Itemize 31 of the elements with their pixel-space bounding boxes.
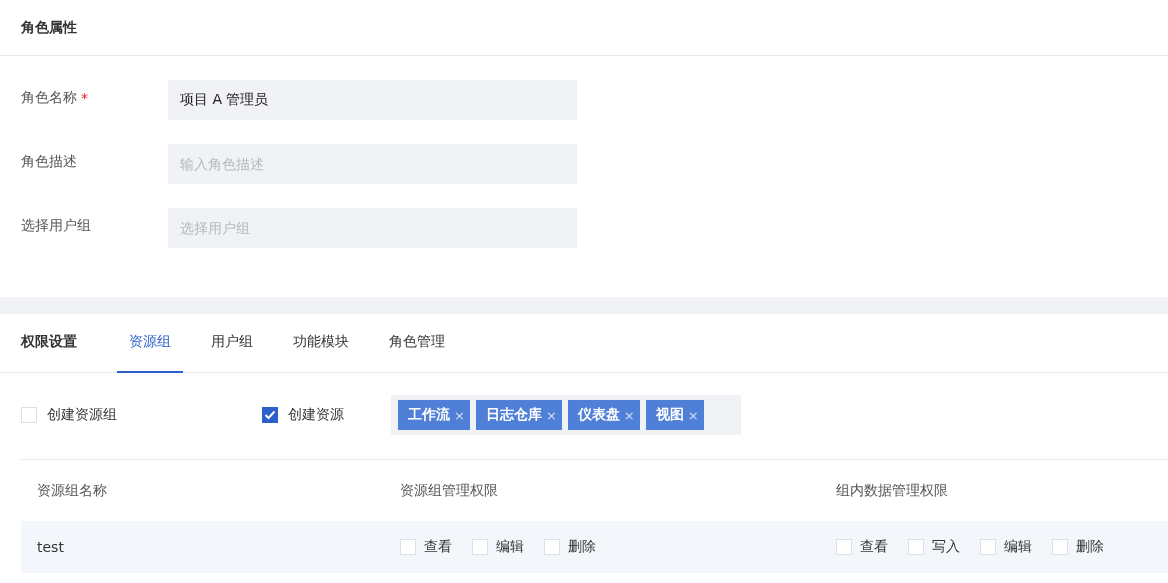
section-title: 权限设置 — [21, 332, 77, 351]
checkbox-label: 删除 — [1076, 538, 1104, 556]
column-header: 组内数据管理权限 — [836, 481, 948, 500]
checkbox-label: 创建资源组 — [47, 406, 117, 424]
field-label: 选择用户组 — [21, 217, 91, 235]
field-label: 角色描述 — [21, 153, 77, 171]
checkbox-label: 编辑 — [1004, 538, 1032, 556]
checkbox-label: 查看 — [860, 538, 888, 556]
section-title: 角色属性 — [21, 18, 77, 37]
checkbox-label: 编辑 — [496, 538, 524, 556]
table-cell-text: test — [36, 539, 65, 555]
tag: 仪表盘 × — [567, 400, 640, 430]
column-header: 资源组管理权限 — [400, 481, 499, 500]
tab[interactable]: 资源组 — [117, 314, 183, 373]
checkbox-label: 查看 — [424, 538, 452, 556]
checkbox-label: 创建资源 — [288, 406, 344, 424]
tag: 日志仓库 × — [475, 400, 562, 430]
input-field[interactable]: 输入角色描述 — [168, 144, 577, 184]
checkbox-label: 写入 — [932, 538, 960, 556]
tab[interactable]: 用户组 — [199, 314, 265, 373]
tab[interactable]: 功能模块 — [281, 314, 361, 373]
tag: 视图 × — [645, 400, 704, 430]
input-field[interactable]: 选择用户组 — [168, 208, 577, 248]
field-label: 角色名称 — [21, 89, 77, 107]
column-header: 资源组名称 — [36, 481, 108, 500]
input-field[interactable]: 项目 A 管理员 — [168, 80, 577, 120]
required-mark: * — [81, 90, 88, 106]
tag: 工作流 × — [398, 400, 470, 430]
checkbox[interactable] — [262, 407, 278, 423]
tab[interactable]: 角色管理 — [377, 314, 457, 373]
checkbox-label: 删除 — [568, 538, 596, 556]
